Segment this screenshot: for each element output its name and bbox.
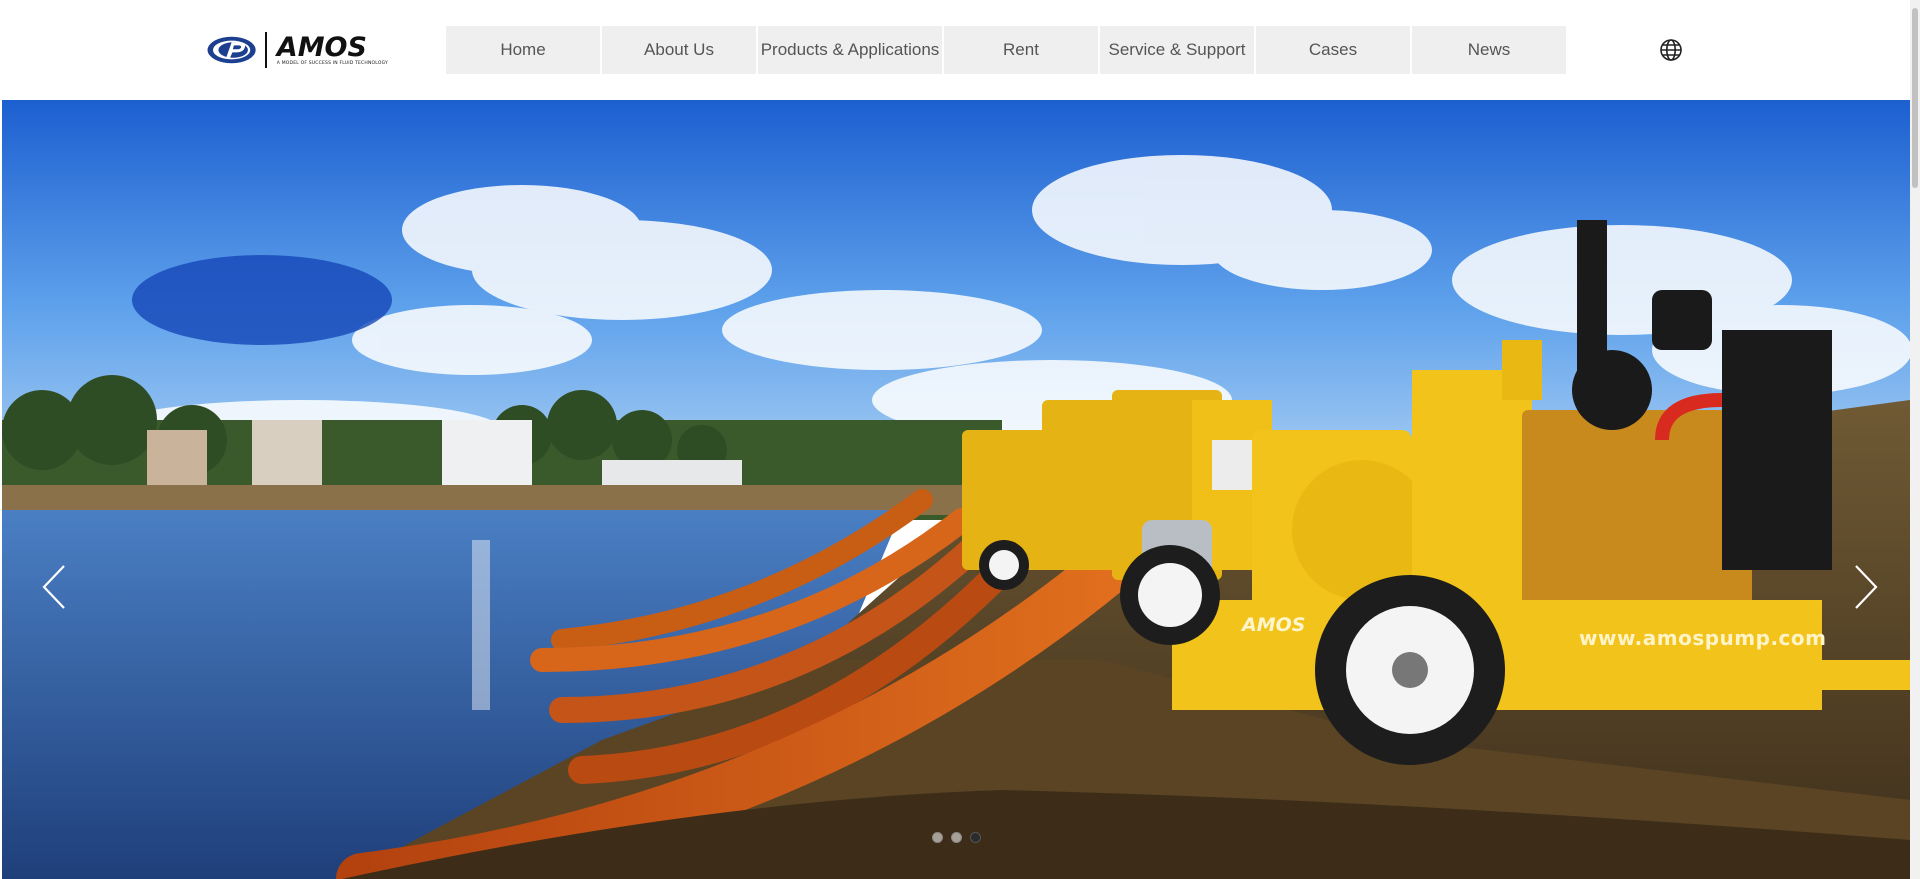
- logo-name: AMOS: [276, 31, 367, 63]
- site-header: AMOS A MODEL OF SUCCESS IN FLUID TECHNOL…: [0, 0, 1920, 100]
- carousel-dot-1[interactable]: [932, 832, 943, 843]
- nav-products-applications[interactable]: Products & Applications: [758, 26, 942, 74]
- carousel-dot-3[interactable]: [970, 832, 981, 843]
- nav-rent[interactable]: Rent: [944, 26, 1098, 74]
- page-scrollbar[interactable]: [1910, 0, 1920, 879]
- globe-icon[interactable]: [1659, 38, 1683, 62]
- nav-service-support[interactable]: Service & Support: [1100, 26, 1254, 74]
- nav-about-us[interactable]: About Us: [602, 26, 756, 74]
- nav-home[interactable]: Home: [446, 26, 600, 74]
- pump-url-label: www.amospump.com: [1579, 626, 1827, 650]
- page-scrollbar-thumb[interactable]: [1912, 8, 1918, 188]
- carousel-dot-2[interactable]: [951, 832, 962, 843]
- hero-image: [2, 100, 1910, 879]
- nav-cases[interactable]: Cases: [1256, 26, 1410, 74]
- pump-brand-label: AMOS: [1242, 614, 1306, 636]
- main-nav: Home About Us Products & Applications Re…: [446, 26, 1566, 74]
- chevron-left-icon[interactable]: [38, 562, 78, 612]
- logo-tagline: A MODEL OF SUCCESS IN FLUID TECHNOLOGY: [276, 60, 388, 66]
- logo-divider: [265, 32, 267, 68]
- hero-carousel: AMOS www.amospump.com: [2, 100, 1910, 879]
- logo-wordmark: AMOS A MODEL OF SUCCESS IN FLUID TECHNOL…: [277, 34, 388, 67]
- chevron-right-icon[interactable]: [1842, 562, 1882, 612]
- amos-logo[interactable]: AMOS A MODEL OF SUCCESS IN FLUID TECHNOL…: [206, 30, 388, 70]
- carousel-pagination: [932, 832, 981, 843]
- nav-news[interactable]: News: [1412, 26, 1566, 74]
- amos-logo-mark-icon: [207, 36, 256, 64]
